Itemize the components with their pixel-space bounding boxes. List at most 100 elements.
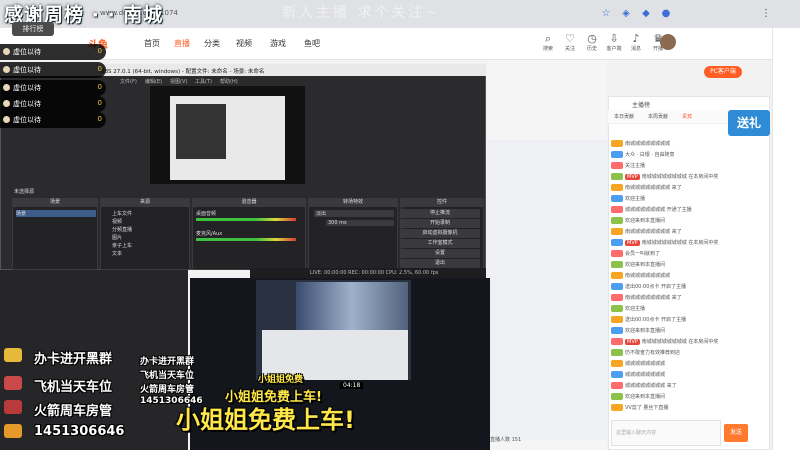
obs-scene-head: 场景 — [12, 198, 98, 207]
tab-vip[interactable]: 贵宾 — [682, 113, 692, 120]
rank-row: 虚位以待 0 — [0, 112, 106, 128]
start-record-button[interactable]: 开始录制 — [400, 219, 480, 228]
chat-message-text: 南城城城城城城城城 在本房间中奖 — [641, 240, 719, 246]
level-badge — [611, 382, 623, 389]
plane-icon — [4, 376, 22, 390]
rank-avatar — [3, 66, 10, 73]
chat-message-text: 欢迎来到本直播间 — [625, 328, 666, 334]
level-badge — [611, 228, 623, 235]
nav-item-games[interactable]: 游戏 — [270, 38, 286, 49]
extension-icon[interactable]: ◈ — [620, 8, 632, 20]
obs-source-item[interactable]: 亲子上车 — [112, 242, 132, 249]
tab-weekly[interactable]: 本周贡献 — [648, 113, 668, 120]
chat-message-text: 南城城城城城城城城 来了 — [625, 185, 682, 191]
shield-icon[interactable]: ◆ — [640, 8, 652, 20]
obs-menu-view[interactable]: 视图(V) — [170, 78, 187, 85]
viewer-count: 直播人数 151 — [490, 437, 522, 443]
level-badge — [611, 195, 623, 202]
studio-mode-button[interactable]: 工作室模式 — [400, 239, 480, 248]
qq-icon — [4, 424, 22, 438]
obs-scene-item[interactable]: 场景 — [16, 210, 96, 217]
obs-transition-select[interactable]: 淡出 — [314, 210, 394, 217]
obs-menu-edit[interactable]: 编辑(E) — [145, 78, 162, 85]
level-badge — [611, 140, 623, 147]
chat-message-text: 南城城城城城城城城 来了 — [625, 229, 682, 235]
promo-card: 办卡进开黑群 — [34, 352, 113, 367]
obs-source-item[interactable]: 图片 — [112, 234, 122, 241]
follow-request-subtitle: 新人主播 求个关注~ — [282, 5, 441, 21]
chat-message-text: 南城城城城城城城城 在本房间中奖 — [641, 339, 719, 345]
stream-timer: 04:18 — [340, 382, 364, 389]
level-badge — [611, 371, 623, 378]
obs-no-source: 未选择源 — [14, 189, 35, 195]
ranking-tab[interactable]: 排行榜 — [12, 22, 54, 36]
exit-button[interactable]: 退出 — [400, 259, 480, 268]
chat-message-text: 欢迎来到本直播间 — [625, 218, 666, 224]
obs-status-bar: LIVE: 00:00:00 REC: 00:00:00 CPU: 2.5%, … — [250, 268, 486, 278]
chat-message-text: 欢迎来到本直播间 — [625, 394, 666, 400]
obs-source-item[interactable]: 分频直播 — [112, 226, 132, 233]
promo-rocket: 火箭周车房管 — [34, 404, 113, 419]
level-badge — [611, 393, 623, 400]
stop-stream-button[interactable]: 停止推流 — [400, 209, 480, 218]
rocket-icon — [4, 400, 22, 414]
obs-mixer-head: 混音器 — [192, 198, 306, 207]
chat-input[interactable]: 这里输入聊天内容 — [611, 420, 721, 446]
gift-banner[interactable]: 送礼 — [728, 110, 770, 136]
level-badge — [611, 360, 623, 367]
promo-plane-small: 飞机当天车位 — [140, 371, 195, 381]
nav-item-home[interactable]: 首页 — [144, 38, 160, 49]
stream-game-banner — [296, 282, 408, 330]
right-sidebar — [772, 28, 800, 450]
rank-avatar — [3, 84, 10, 91]
chat-message-text: 城城城城城城城城 开通了主播 — [625, 207, 692, 213]
chat-message-text: 南城城城城城城城城 来了 — [625, 295, 682, 301]
level-badge — [611, 349, 623, 356]
chat-message-text: 关注主播 — [625, 163, 646, 169]
star-icon[interactable]: ☆ — [600, 8, 612, 20]
user-avatar[interactable] — [660, 34, 676, 50]
obs-mixer-desktop: 桌面音频 — [196, 211, 217, 217]
rank-avatar — [3, 116, 10, 123]
obs-scene-panel — [12, 198, 98, 270]
level-badge — [611, 162, 623, 169]
profile-icon[interactable]: ● — [660, 8, 672, 20]
nav-item-live[interactable]: 直播 — [174, 38, 190, 49]
level-badge — [611, 305, 623, 312]
chat-message-text: 城城城城城城城城 来了 — [625, 383, 677, 389]
level-badge — [611, 283, 623, 290]
send-button[interactable]: 发送 — [724, 424, 748, 442]
pc-client-button[interactable]: PC客户端 — [704, 66, 742, 78]
obs-duration-field[interactable]: 300 ms — [326, 220, 394, 226]
obs-source-item[interactable]: 视频 — [112, 218, 122, 225]
mvp-badge: MVP — [625, 339, 640, 345]
level-badge — [611, 217, 623, 224]
obs-menu-tools[interactable]: 工具(T) — [195, 78, 212, 85]
obs-preview-window — [176, 104, 226, 159]
obs-source-item[interactable]: 文本 — [112, 250, 122, 257]
obs-menu-help[interactable]: 帮助(H) — [220, 78, 238, 85]
anchor-rank-label[interactable]: 主播榜 — [632, 100, 650, 109]
nav-item-video[interactable]: 视频 — [236, 38, 252, 49]
level-badge — [611, 327, 623, 334]
obs-controls-head: 控件 — [400, 198, 484, 207]
obs-meter-desktop — [196, 218, 296, 221]
menu-icon[interactable]: ⋮ — [760, 8, 772, 20]
room-video-area — [487, 140, 607, 440]
virtual-camera-button[interactable]: 启动虚拟摄像机 — [400, 229, 480, 238]
card-icon — [4, 348, 22, 362]
obs-menu-file[interactable]: 文件(F) — [120, 78, 137, 85]
chat-message-text: 南城城城城城城城城 在本房间中奖 — [641, 174, 719, 180]
rank-avatar — [3, 48, 10, 55]
settings-button[interactable]: 设置 — [400, 249, 480, 258]
chat-message-text: 送出00:00点卡 开启了主播 — [625, 317, 686, 323]
obs-meter-mic — [196, 238, 296, 241]
obs-transition-head: 转场特效 — [308, 198, 398, 207]
nav-item-category[interactable]: 分类 — [204, 38, 220, 49]
rank-row: 虚位以待 0 — [0, 96, 106, 112]
level-badge — [611, 404, 623, 411]
tab-daily[interactable]: 本日贡献 — [614, 113, 634, 120]
chat-message-text: 城城城城城城城城 — [625, 372, 666, 378]
obs-source-item[interactable]: 上车文件 — [112, 210, 132, 217]
nav-item-yuba[interactable]: 鱼吧 — [304, 38, 320, 49]
